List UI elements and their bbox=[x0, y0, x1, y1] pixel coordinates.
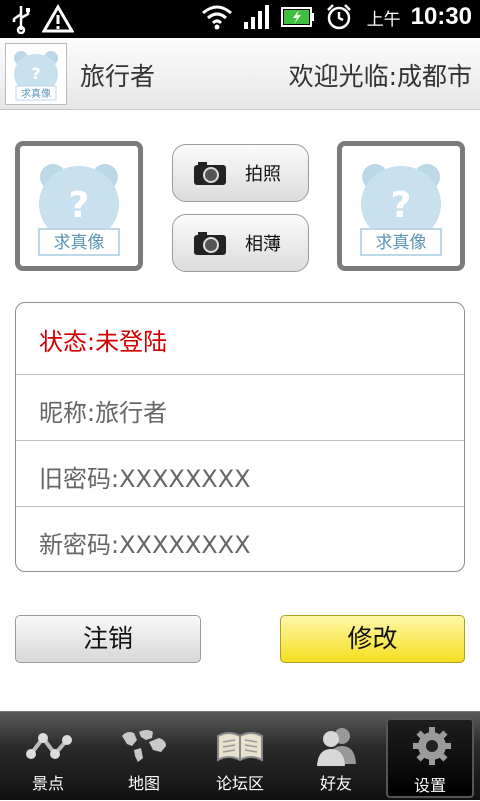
account-form: 状态:未登陆 昵称:旅行者 旧密码:XXXXXXXX 新密码:XXXXXXXX bbox=[15, 302, 465, 572]
book-icon bbox=[217, 732, 263, 762]
header-username: 旅行者 bbox=[80, 62, 156, 91]
login-status-text: 状态:未登陆 bbox=[39, 328, 168, 356]
modify-button[interactable]: 修改 bbox=[280, 615, 465, 663]
signal-icon bbox=[243, 5, 269, 29]
nickname-field[interactable]: 昵称:旅行者 bbox=[16, 375, 464, 441]
header-bar: ? 求真像 旅行者 欢迎光临:成都市 bbox=[0, 38, 480, 110]
tab-friends[interactable]: 好友 bbox=[288, 712, 384, 801]
bear-placeholder-icon: ? 求真像 bbox=[14, 51, 58, 101]
friends-icon bbox=[317, 728, 356, 766]
tab-attractions[interactable]: 景点 bbox=[0, 712, 96, 801]
status-time: 10:30 bbox=[410, 3, 472, 30]
svg-text:求真像: 求真像 bbox=[376, 233, 427, 253]
svg-text:求真像: 求真像 bbox=[54, 233, 105, 253]
status-ampm: 上午 bbox=[366, 9, 401, 30]
take-photo-button[interactable]: 拍照 bbox=[172, 144, 309, 202]
album-label: 相薄 bbox=[245, 234, 281, 255]
gear-icon bbox=[413, 727, 451, 765]
bottom-tab-bar: 景点 地图 论坛区 好友 设置 bbox=[0, 711, 480, 800]
battery-charging-icon bbox=[280, 7, 314, 27]
tab-label: 景点 bbox=[31, 774, 64, 793]
album-button[interactable]: 相薄 bbox=[172, 214, 309, 272]
photo-frame-right[interactable]: ? 求真像 bbox=[337, 141, 465, 271]
usb-icon bbox=[12, 6, 30, 34]
old-password-field[interactable]: 旧密码:XXXXXXXX bbox=[16, 441, 464, 507]
bear-placeholder-icon: ? 求真像 bbox=[360, 164, 442, 256]
alarm-icon bbox=[326, 4, 351, 30]
new-password-text: 新密码:XXXXXXXX bbox=[39, 531, 251, 559]
take-photo-label: 拍照 bbox=[245, 164, 281, 185]
photo-frame-left[interactable]: ? 求真像 bbox=[15, 141, 143, 271]
camera-icon bbox=[194, 232, 226, 255]
avatar[interactable]: ? 求真像 bbox=[5, 43, 67, 105]
world-map-icon bbox=[122, 730, 166, 762]
bear-placeholder-icon: ? 求真像 bbox=[38, 164, 120, 256]
tab-label: 论坛区 bbox=[215, 774, 264, 793]
svg-text:?: ? bbox=[31, 64, 40, 83]
route-icon bbox=[26, 733, 72, 759]
status-bar: 上午 10:30 bbox=[0, 0, 480, 38]
nickname-text: 昵称:旅行者 bbox=[39, 399, 168, 427]
new-password-field[interactable]: 新密码:XXXXXXXX bbox=[16, 507, 464, 571]
tab-settings[interactable]: 设置 bbox=[386, 718, 474, 798]
tab-label: 地图 bbox=[127, 774, 160, 793]
wifi-icon bbox=[201, 5, 232, 30]
svg-text:?: ? bbox=[69, 185, 90, 226]
svg-text:求真像: 求真像 bbox=[21, 87, 51, 100]
tab-map[interactable]: 地图 bbox=[96, 712, 192, 801]
camera-icon bbox=[194, 162, 226, 185]
warning-icon bbox=[42, 4, 74, 33]
old-password-text: 旧密码:XXXXXXXX bbox=[39, 465, 251, 493]
status-row: 状态:未登陆 bbox=[16, 303, 464, 375]
tab-forum[interactable]: 论坛区 bbox=[192, 712, 288, 801]
header-welcome-city: 欢迎光临:成都市 bbox=[288, 62, 472, 91]
logout-button[interactable]: 注销 bbox=[15, 615, 201, 663]
svg-text:?: ? bbox=[391, 185, 412, 226]
tab-label: 好友 bbox=[319, 774, 352, 793]
tab-label: 设置 bbox=[413, 776, 446, 795]
